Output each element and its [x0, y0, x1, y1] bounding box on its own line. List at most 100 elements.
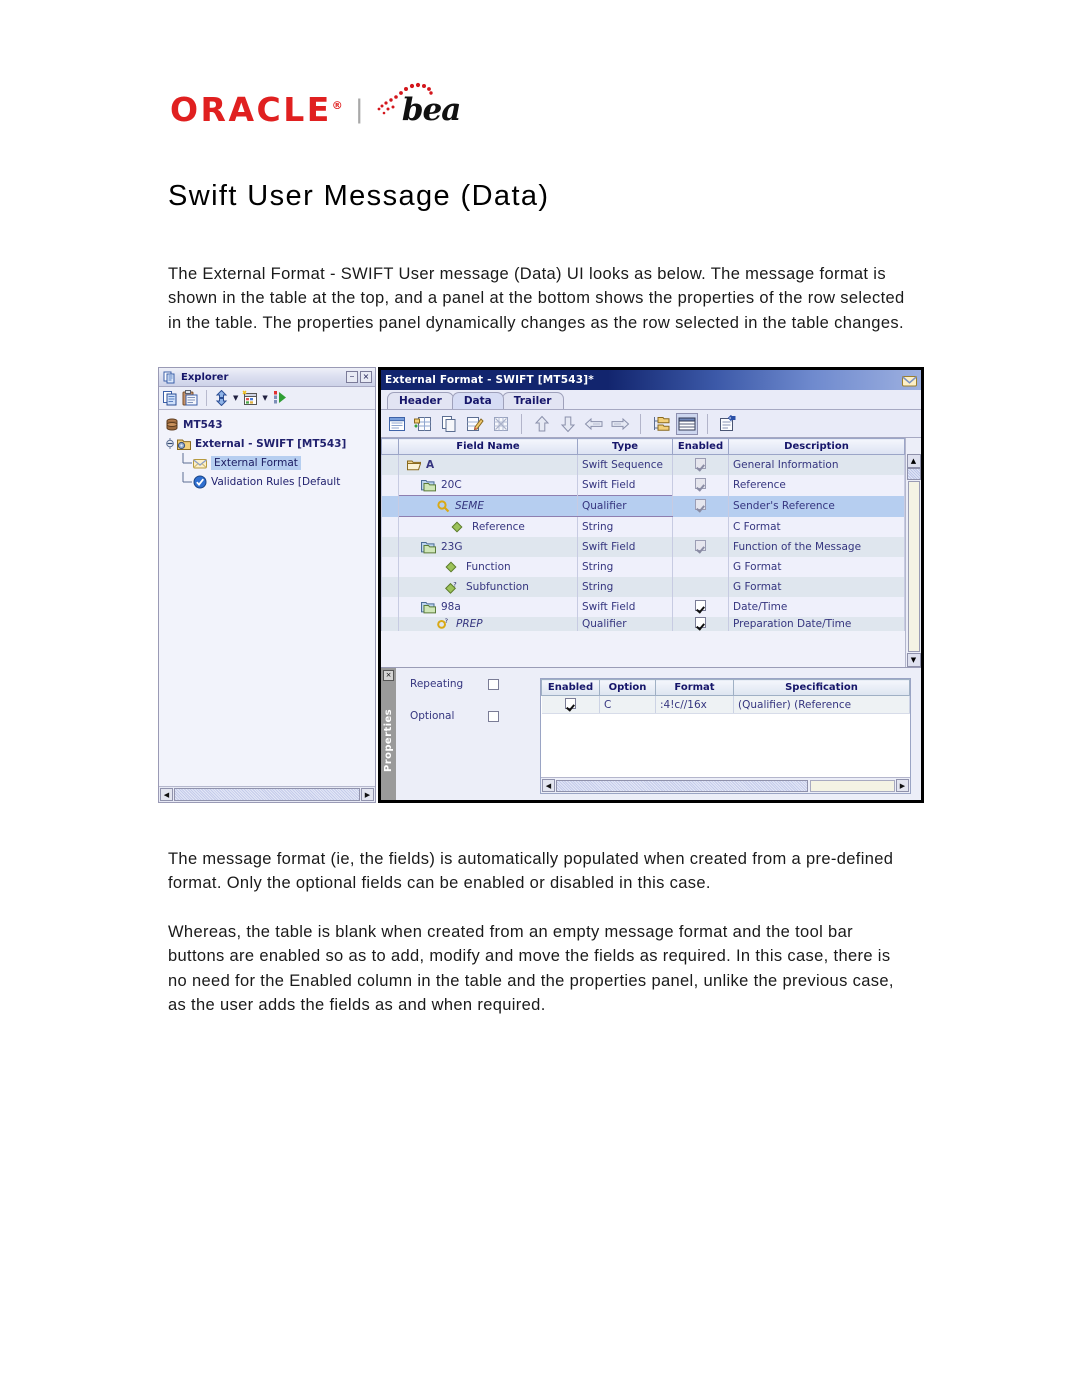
show-grid-icon[interactable]: [676, 412, 698, 435]
cell-enabled[interactable]: [672, 577, 729, 597]
chevron-down-icon[interactable]: ▼: [233, 394, 238, 402]
tree-node-external-swift[interactable]: External - SWIFT [MT543]: [163, 434, 375, 453]
tree-branch-end-icon: [181, 472, 193, 491]
properties-row[interactable]: C :4!c//16x (Qualifier) (Reference: [541, 695, 910, 714]
tab-data[interactable]: Data: [451, 392, 504, 409]
cell-enabled[interactable]: [672, 537, 729, 557]
field-name-text: 20C: [441, 479, 462, 491]
scroll-right-button[interactable]: ▶: [361, 788, 374, 801]
tree-node-mt543[interactable]: MT543: [163, 415, 375, 434]
properties-side-tab[interactable]: × Properties: [381, 668, 396, 800]
row-gutter[interactable]: [381, 475, 399, 496]
scroll-thumb[interactable]: [174, 788, 360, 801]
properties-horizontal-scrollbar[interactable]: ◀ ▶: [541, 777, 910, 793]
table-row[interactable]: ? PREP Qualifier Preparation Date/Time: [381, 617, 905, 631]
prop-column-enabled[interactable]: Enabled: [541, 679, 600, 696]
table-row-selected[interactable]: SEME Qualifier Sender's Reference: [381, 495, 905, 517]
table-row[interactable]: 20C Swift Field Reference: [381, 475, 905, 496]
move-down-icon[interactable]: [557, 413, 579, 435]
prop-column-specification[interactable]: Specification: [733, 679, 910, 696]
expand-tree-icon[interactable]: [650, 413, 672, 435]
scroll-left-button[interactable]: ◀: [160, 788, 173, 801]
chevron-down-icon-2[interactable]: ▼: [262, 394, 267, 402]
row-gutter[interactable]: [381, 617, 399, 631]
edit-row-icon[interactable]: [464, 413, 486, 435]
row-gutter[interactable]: [381, 495, 399, 517]
paste-icon[interactable]: [182, 389, 199, 407]
explorer-tree[interactable]: MT543 External - SWIFT [MT543] External …: [159, 410, 375, 786]
explorer-horizontal-scrollbar[interactable]: ◀ ▶: [159, 786, 375, 802]
cell-description: Function of the Message: [728, 537, 905, 557]
table-row[interactable]: 23G Swift Field Function of the Message: [381, 537, 905, 557]
copy-page-icon[interactable]: [438, 413, 460, 435]
cell-enabled[interactable]: [672, 597, 729, 617]
table-header-row: Field Name Type Enabled Description: [381, 438, 905, 455]
row-gutter[interactable]: [381, 516, 399, 537]
row-gutter[interactable]: [381, 537, 399, 557]
scroll-track[interactable]: [907, 481, 920, 652]
enabled-checkbox[interactable]: [695, 600, 706, 611]
run-deploy-icon[interactable]: [272, 390, 288, 406]
logo-separator: |: [355, 94, 363, 124]
auto-hide-pin-button[interactable]: ⎯: [346, 371, 358, 383]
scroll-track[interactable]: [809, 779, 895, 792]
cell-description: Preparation Date/Time: [728, 617, 905, 631]
column-header-type[interactable]: Type: [577, 438, 673, 455]
move-up-icon[interactable]: [531, 413, 553, 435]
repeating-checkbox[interactable]: [488, 678, 499, 690]
move-right-icon[interactable]: [609, 413, 631, 435]
cell-enabled[interactable]: [672, 617, 729, 631]
optional-checkbox[interactable]: [488, 710, 499, 722]
scroll-down-button[interactable]: ▼: [906, 653, 921, 667]
cell-enabled[interactable]: [672, 557, 729, 577]
column-header-field-name[interactable]: Field Name: [398, 438, 578, 455]
close-icon[interactable]: ×: [383, 670, 394, 681]
cell-enabled[interactable]: [672, 475, 729, 496]
row-gutter[interactable]: [381, 454, 399, 475]
table-vertical-scrollbar[interactable]: ▲ ▼: [905, 438, 921, 667]
prop-column-option[interactable]: Option: [599, 679, 656, 696]
new-message-format-icon[interactable]: [386, 413, 408, 435]
table-row[interactable]: 98a Swift Field Date/Time: [381, 597, 905, 617]
table-row[interactable]: Function String G Format: [381, 557, 905, 577]
cell-enabled[interactable]: [672, 516, 729, 537]
copy-icon[interactable]: [162, 390, 179, 407]
row-gutter[interactable]: [381, 577, 399, 597]
repeating-row: Repeating: [410, 678, 540, 690]
insert-row-icon[interactable]: [412, 413, 434, 435]
prop-column-format[interactable]: Format: [655, 679, 734, 696]
cell-field-name: SEME: [398, 495, 578, 517]
row-gutter[interactable]: [381, 597, 399, 617]
move-left-icon[interactable]: [583, 413, 605, 435]
new-item-icon[interactable]: [242, 390, 258, 406]
tree-node-external-format[interactable]: External Format: [163, 453, 375, 472]
bea-wordmark: bea: [401, 91, 461, 128]
column-header-description[interactable]: Description: [728, 438, 905, 455]
tree-node-validation-rules[interactable]: Validation Rules [Default: [163, 472, 375, 491]
cell-enabled[interactable]: [672, 454, 729, 475]
refresh-sync-icon[interactable]: [214, 389, 229, 407]
table-row[interactable]: A Swift Sequence General Information: [381, 454, 905, 475]
scroll-right-button[interactable]: ▶: [896, 779, 909, 792]
close-panel-button[interactable]: ×: [360, 371, 372, 383]
scroll-thumb[interactable]: [906, 468, 921, 480]
tab-header[interactable]: Header: [387, 392, 454, 409]
table-row[interactable]: Reference String C Format: [381, 516, 905, 537]
prop-enabled-checkbox[interactable]: [564, 697, 576, 709]
cell-enabled[interactable]: [672, 495, 729, 517]
message-format-grid: Field Name Type Enabled Description A Sw…: [381, 438, 905, 667]
tree-expander-minus-icon[interactable]: [163, 437, 177, 451]
delete-row-icon[interactable]: [490, 413, 512, 435]
table-corner-header[interactable]: [381, 438, 399, 455]
column-header-enabled[interactable]: Enabled: [672, 438, 729, 455]
tab-trailer[interactable]: Trailer: [501, 392, 564, 409]
prop-cell-enabled[interactable]: [541, 695, 600, 714]
table-row[interactable]: ? Subfunction String G Format: [381, 577, 905, 597]
scroll-thumb[interactable]: [556, 779, 808, 792]
properties-icon[interactable]: [717, 413, 739, 435]
qualifier-icon: [437, 499, 450, 513]
scroll-up-button[interactable]: ▲: [906, 454, 921, 468]
enabled-checkbox[interactable]: [695, 617, 706, 628]
row-gutter[interactable]: [381, 557, 399, 577]
scroll-left-button[interactable]: ◀: [542, 779, 555, 792]
